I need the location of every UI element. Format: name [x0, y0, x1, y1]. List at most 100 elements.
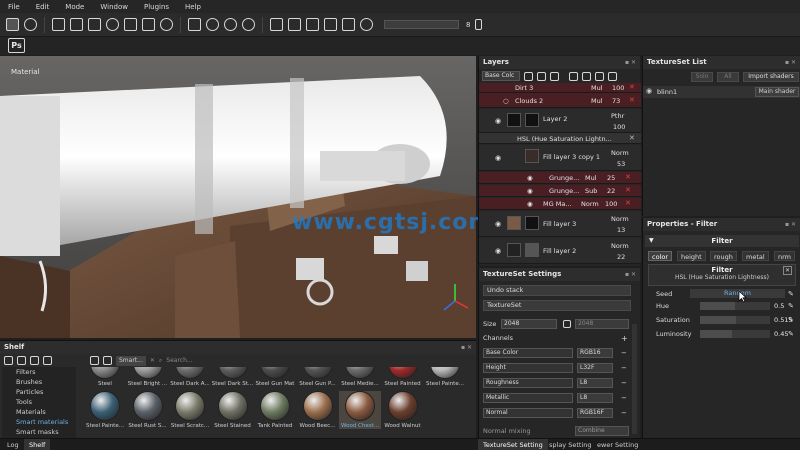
shelf-material-item[interactable]: Steel Dark St...: [212, 367, 254, 387]
channel-tab-color[interactable]: color: [648, 251, 673, 261]
add-folder-icon[interactable]: [582, 71, 591, 81]
edit-icon[interactable]: ✎: [788, 329, 794, 339]
shelf-material-item[interactable]: Steel Gun Mat: [254, 367, 296, 387]
fill-layer-icon[interactable]: [550, 71, 559, 81]
chip-close-icon[interactable]: ✕: [150, 356, 155, 366]
collapse-icon[interactable]: ▼: [649, 235, 654, 247]
textureset-item[interactable]: ◉ blinn1 Main shader: [643, 86, 800, 98]
add-effect-icon[interactable]: [524, 71, 533, 81]
smudge-icon[interactable]: [142, 18, 155, 31]
filter-slot[interactable]: Filter HSL (Hue Saturation Lightness) ✕: [648, 264, 796, 286]
tab-shelf[interactable]: Shelf: [24, 439, 51, 450]
menu-mode[interactable]: Mode: [57, 3, 92, 11]
search-input[interactable]: Search...: [166, 356, 192, 366]
panel-close-icon[interactable]: ▪ ✕: [785, 218, 796, 231]
shelf-category-smart-materials[interactable]: Smart materials: [2, 417, 76, 427]
shelf-material-item[interactable]: Wood Chest...: [339, 391, 381, 429]
param-value[interactable]: 0.45: [774, 329, 788, 339]
shelf-material-item[interactable]: Tank Painted: [254, 391, 296, 429]
delete-effect-icon[interactable]: ✕: [629, 83, 635, 91]
channel-tab-metal[interactable]: metal: [742, 251, 769, 261]
cube-icon[interactable]: [324, 18, 337, 31]
channel-format-select[interactable]: RGB16F: [577, 408, 613, 418]
tab-textureset-settings[interactable]: TextureSet Setting: [478, 439, 548, 450]
param-slider[interactable]: [700, 316, 770, 324]
delete-effect-icon[interactable]: ✕: [625, 173, 631, 181]
photoshop-export-button[interactable]: Ps: [8, 38, 25, 53]
layer-row[interactable]: ◉ Layer 2 Pthr 100: [479, 109, 641, 133]
channel-format-select[interactable]: L32F: [577, 363, 613, 373]
delete-effect-icon[interactable]: ✕: [629, 134, 635, 142]
channel-tab-height[interactable]: height: [677, 251, 706, 261]
shader-select[interactable]: Main shader: [755, 87, 799, 97]
panel-close-icon[interactable]: ▪ ✕: [785, 56, 796, 69]
add-mask-icon[interactable]: [537, 71, 546, 81]
size-select-height[interactable]: 2048: [575, 319, 629, 329]
menu-file[interactable]: File: [0, 3, 28, 11]
remove-channel-icon[interactable]: −: [621, 408, 627, 419]
shelf-category-particles[interactable]: Particles: [2, 387, 76, 397]
all-button[interactable]: All: [717, 72, 739, 82]
grid-view-icon[interactable]: [43, 356, 52, 365]
eye-icon[interactable]: ◉: [495, 247, 501, 255]
camera-icon[interactable]: [288, 18, 301, 31]
shelf-material-item[interactable]: Wood Walnut: [382, 391, 424, 429]
display-icon[interactable]: [306, 18, 319, 31]
tab-viewer-settings[interactable]: ewer Setting: [592, 439, 643, 450]
layer-row[interactable]: ◉ Fill layer 3 Norm 13: [479, 211, 641, 237]
eraser-icon[interactable]: [70, 18, 83, 31]
layer-row[interactable]: ◉ Fill layer 2 Norm 22: [479, 238, 641, 264]
layer-row[interactable]: ◉ Fill layer 3 copy 1 Norm 53: [479, 145, 641, 171]
import-icon[interactable]: [30, 356, 39, 365]
clone-stamp-icon[interactable]: [124, 18, 137, 31]
layer-effect-row[interactable]: Dirt 3 Mul 100 ✕: [479, 83, 641, 93]
tab-display-settings[interactable]: splay Setting: [544, 439, 597, 450]
remove-channel-icon[interactable]: −: [621, 378, 627, 389]
delete-effect-icon[interactable]: ✕: [629, 96, 635, 104]
filter-section-header[interactable]: ▼ Filter: [645, 235, 799, 247]
filter-icon[interactable]: [90, 356, 99, 365]
size-select[interactable]: 2048: [501, 319, 557, 329]
import-shaders-button[interactable]: Import shaders: [743, 72, 799, 82]
effect-visibility-icon[interactable]: ◉: [527, 174, 533, 182]
eye-icon[interactable]: ◉: [495, 154, 501, 162]
list-view-icon[interactable]: [103, 356, 112, 365]
material-mode-icon[interactable]: [24, 18, 37, 31]
remove-channel-icon[interactable]: −: [621, 393, 627, 404]
projection-icon[interactable]: [88, 18, 101, 31]
lock-icon[interactable]: [563, 320, 571, 328]
view-mode-icon[interactable]: [270, 18, 283, 31]
symmetry-icon[interactable]: [206, 18, 219, 31]
panel-close-icon[interactable]: ▪ ✕: [625, 268, 636, 281]
undo-stack-button[interactable]: Undo stack: [483, 285, 631, 296]
size-stepper-icon[interactable]: [475, 19, 483, 30]
shelf-category-filters[interactable]: Filters: [2, 367, 76, 377]
normal-mixing-select[interactable]: Combine: [575, 426, 629, 436]
sphere-icon[interactable]: [242, 18, 255, 31]
new-folder-icon[interactable]: [17, 356, 26, 365]
shelf-category-materials[interactable]: Materials: [2, 407, 76, 417]
solo-button[interactable]: Solo: [691, 72, 713, 82]
channel-tab-nrm[interactable]: nrm: [774, 251, 796, 261]
paint-mode-icon[interactable]: [6, 18, 19, 31]
delete-effect-icon[interactable]: ✕: [625, 186, 631, 194]
duplicate-icon[interactable]: [595, 71, 604, 81]
brush-icon[interactable]: [52, 18, 65, 31]
folder-icon[interactable]: [4, 356, 13, 365]
layer-effect-row[interactable]: ◉ Grunge... Mul 25 ✕: [479, 172, 641, 184]
eye-icon[interactable]: ◉: [495, 117, 501, 125]
edit-icon[interactable]: ✎: [788, 301, 794, 311]
search-filter-chip[interactable]: Smart...: [116, 356, 146, 366]
3d-viewport[interactable]: [0, 56, 476, 338]
shelf-category-smart-masks[interactable]: Smart masks: [2, 427, 76, 437]
shelf-material-item[interactable]: Wood Beec...: [297, 391, 339, 429]
geometry-mask-icon[interactable]: [106, 18, 119, 31]
add-channel-icon[interactable]: +: [621, 333, 628, 344]
layer-effect-row[interactable]: ◉ Grunge... Sub 22 ✕: [479, 185, 641, 197]
channel-format-select[interactable]: RGB16: [577, 348, 613, 358]
add-layer-icon[interactable]: [569, 71, 578, 81]
channel-format-select[interactable]: L8: [577, 393, 613, 403]
shelf-material-item[interactable]: Steel Rust S...: [127, 391, 169, 429]
layer-effect-row[interactable]: ○ Clouds 2 Mul 73 ✕: [479, 93, 641, 108]
shelf-material-item[interactable]: Steel Painte...: [84, 391, 126, 429]
